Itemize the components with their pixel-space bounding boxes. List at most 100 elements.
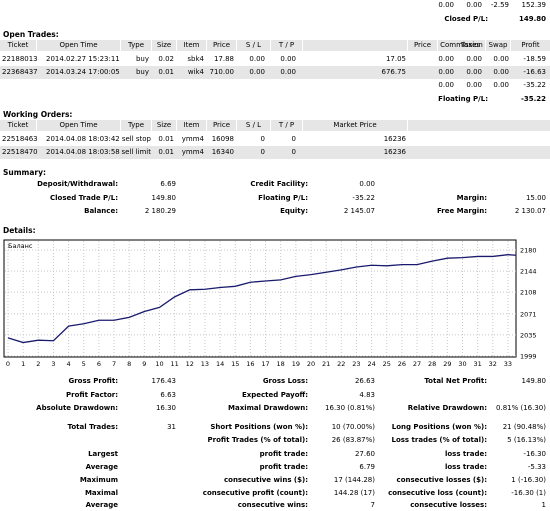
x-tick-label: 17 — [261, 360, 269, 368]
cell-open-time: 2014.02.27 15:23:11 — [46, 55, 120, 63]
col-profit: Profit — [521, 41, 540, 49]
col-item: Item — [177, 40, 207, 51]
largest-loss-label: loss trade: — [444, 450, 487, 458]
cell-ticket: 22188013 — [2, 55, 38, 63]
maximum-label: Maximum — [79, 476, 118, 484]
y-tick-label: 2144 — [520, 268, 537, 276]
cell-price: 710.00 — [209, 68, 235, 76]
top-total-swap: -2.59 — [490, 1, 509, 9]
x-tick-label: 2 — [36, 360, 40, 368]
working-orders-title: Working Orders: — [3, 110, 73, 119]
avg-cons-wins-value: 7 — [370, 501, 375, 509]
gross-loss-label: Gross Loss: — [262, 377, 308, 385]
summary-floating-value: -35.22 — [352, 194, 375, 202]
short-positions-value: 10 (70.00%) — [331, 423, 375, 431]
chart-x-ticks: 0 1 2 3 4 5 6 7 8 9 10 11 12 13 14 15 16 17 18 19 20 21 22 23 24… — [6, 360, 512, 368]
cell-profit: -16.63 — [523, 68, 546, 76]
deposit-value: 6.69 — [160, 180, 176, 188]
x-tick-label: 11 — [171, 360, 179, 368]
col-ticket: Ticket — [0, 120, 37, 131]
closed-pl-value: 149.80 — [518, 15, 546, 23]
cell-price: 16098 — [211, 135, 234, 143]
x-tick-label: 16 — [246, 360, 254, 368]
x-tick-label: 9 — [142, 360, 146, 368]
average-loss-value: -5.33 — [527, 463, 546, 471]
absolute-drawdown-value: 16.30 — [155, 404, 176, 412]
open-trade-row[interactable]: 22368437 2014.03.24 17:00:05 buy 0.01 wi… — [0, 66, 550, 79]
col-close-price: Price — [408, 40, 438, 51]
loss-trades-value: 5 (16.13%) — [507, 436, 546, 444]
col-tp: T / P — [271, 120, 303, 131]
cell-tp: 0.00 — [280, 68, 296, 76]
x-tick-label: 20 — [307, 360, 315, 368]
cell-item: sbk4 — [187, 55, 204, 63]
total-trades-label: Total Trades: — [67, 423, 118, 431]
average2-label: Average — [85, 501, 118, 509]
cell-close-price: 17.05 — [385, 55, 406, 63]
average-profit-value: 6.79 — [359, 463, 375, 471]
floating-pl-value: -35.22 — [520, 95, 546, 103]
open-trades-header: Ticket Open Time Type Size Item Price S … — [0, 40, 550, 51]
x-tick-label: 25 — [383, 360, 391, 368]
open-trade-row[interactable]: 22188013 2014.02.27 15:23:11 buy 0.02 sb… — [0, 53, 550, 66]
total-trades-value: 31 — [167, 423, 176, 431]
x-tick-label: 21 — [322, 360, 330, 368]
col-blank — [303, 40, 408, 51]
net-profit-value: 149.80 — [521, 377, 547, 385]
max-cons-losses-value: 1 (-16.30) — [511, 476, 546, 484]
total-taxes: 0.00 — [466, 81, 482, 89]
closed-pl-label: Closed P/L: — [444, 15, 488, 23]
total-commission: 0.00 — [438, 81, 454, 89]
x-tick-label: 7 — [112, 360, 116, 368]
y-tick-label: 2180 — [520, 247, 537, 255]
cell-sl: 0 — [260, 135, 265, 143]
working-order-row[interactable]: 22518463 2014.04.08 18:03:42 sell stop 0… — [0, 133, 550, 146]
maximal-drawdown-value: 16.30 (0.81%) — [325, 404, 375, 412]
cell-item: ymm4 — [181, 148, 204, 156]
col-size: Size — [152, 120, 177, 131]
long-positions-label: Long Positions (won %): — [391, 423, 487, 431]
relative-drawdown-value: 0.81% (16.30) — [496, 404, 546, 412]
x-tick-label: 4 — [67, 360, 71, 368]
col-size: Size — [152, 40, 177, 51]
details-title: Details: — [3, 226, 36, 235]
col-taxes: Taxes — [456, 40, 486, 51]
gross-profit-value: 176.43 — [151, 377, 177, 385]
max-cons-wins-label: consecutive wins ($): — [223, 476, 308, 484]
average-profit-label: profit trade: — [259, 463, 308, 471]
cell-taxes: 0.00 — [466, 68, 482, 76]
maximal-drawdown-label: Maximal Drawdown: — [228, 404, 308, 412]
y-tick-label: 2071 — [520, 310, 537, 318]
expected-payoff-value: 4.83 — [359, 391, 375, 399]
free-margin-value: 2 130.07 — [514, 207, 546, 215]
short-positions-label: Short Positions (won %): — [210, 423, 308, 431]
cell-tp: 0.00 — [280, 55, 296, 63]
cell-type: sell stop — [121, 135, 151, 143]
working-order-row[interactable]: 22518470 2014.04.08 18:03:58 sell limit … — [0, 146, 550, 159]
equity-label: Equity: — [280, 207, 308, 215]
x-tick-label: 22 — [337, 360, 345, 368]
profit-trades-value: 26 (83.87%) — [331, 436, 375, 444]
top-total-profit: 152.39 — [521, 1, 547, 9]
x-tick-label: 24 — [367, 360, 375, 368]
x-tick-label: 27 — [413, 360, 421, 368]
cell-sl: 0.00 — [249, 55, 265, 63]
long-positions-value: 21 (90.48%) — [502, 423, 546, 431]
absolute-drawdown-label: Absolute Drawdown: — [36, 404, 118, 412]
cell-tp: 0 — [291, 148, 296, 156]
free-margin-label: Free Margin: — [436, 207, 487, 215]
cell-sl: 0 — [260, 148, 265, 156]
margin-label: Margin: — [456, 194, 487, 202]
summary-floating-label: Floating P/L: — [258, 194, 308, 202]
x-tick-label: 28 — [428, 360, 436, 368]
open-trades-totals: 0.00 0.00 0.00 -35.22 — [0, 79, 550, 92]
largest-label: Largest — [88, 450, 118, 458]
cell-swap: 0.00 — [493, 68, 509, 76]
cell-tp: 0 — [291, 135, 296, 143]
cell-commission: 0.00 — [438, 55, 454, 63]
avg-cons-wins-label: consecutive wins: — [237, 501, 308, 509]
gross-loss-value: 26.63 — [354, 377, 375, 385]
profit-factor-value: 6.63 — [160, 391, 176, 399]
chart-plot-area — [3, 239, 517, 358]
x-tick-label: 26 — [398, 360, 406, 368]
